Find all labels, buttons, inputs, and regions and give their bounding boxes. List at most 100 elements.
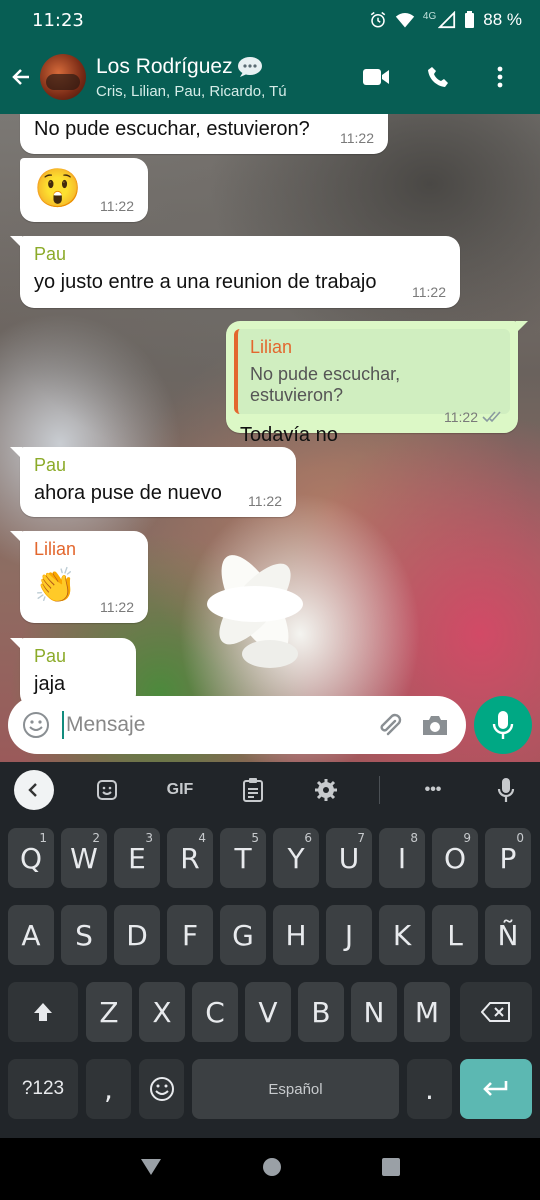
shift-key[interactable] [8,982,78,1042]
key-h[interactable]: H [273,905,319,965]
chat-participants: Cris, Lilian, Pau, Ricardo, Tú [96,82,287,100]
key-p[interactable]: P0 [485,828,531,888]
key-b[interactable]: B [298,982,344,1042]
key-k[interactable]: K [379,905,425,965]
system-nav-bar [0,1138,540,1200]
key-label: U [338,841,360,875]
clipboard-button[interactable] [233,770,273,810]
key-label: P [499,841,517,875]
key-c[interactable]: C [192,982,238,1042]
chat-area[interactable]: No pude escuchar, estuvieron? 11:22 😲 11… [0,114,540,762]
phone-icon [428,67,448,87]
message-text: yo justo entre a una reunion de trabajo [34,271,377,293]
message-bubble[interactable]: No pude escuchar, estuvieron? 11:22 [20,114,388,154]
period-key[interactable]: . [407,1059,452,1119]
message-time: 11:22 [248,493,282,509]
shift-arrow-icon [34,1003,52,1021]
voice-call-button[interactable] [420,59,456,95]
message-time: 11:22 [100,599,134,615]
key-z[interactable]: Z [86,982,132,1042]
attach-button[interactable] [372,708,406,742]
key-r[interactable]: R4 [167,828,213,888]
key-o[interactable]: O9 [432,828,478,888]
message-time: 11:22 [444,409,478,425]
gif-button[interactable]: GIF [160,770,200,810]
network-type: 4G [422,10,437,22]
key-x[interactable]: X [139,982,185,1042]
key-q[interactable]: Q1 [8,828,54,888]
backspace-key[interactable] [460,982,532,1042]
message-text: No pude escuchar, estuvieron? [34,118,310,140]
gear-icon [315,779,337,801]
nav-home-button[interactable] [262,1157,282,1182]
voice-input-button[interactable] [486,770,526,810]
keyboard-row-3: ZXCVBNM [0,982,540,1044]
key-v[interactable]: V [245,982,291,1042]
key-a[interactable]: A [8,905,54,965]
key-label: E [128,841,146,875]
message-text: ahora puse de nuevo [34,482,222,504]
key-hint: 0 [516,831,524,845]
battery-level: 88 % [483,10,522,29]
backspace-icon [481,1002,510,1022]
key-u[interactable]: U7 [326,828,372,888]
message-sender: Pau [34,244,67,264]
quoted-message[interactable]: Lilian No pude escuchar, estuvieron? [234,329,510,414]
video-call-button[interactable] [358,59,394,95]
key-label: W [70,841,98,875]
message-input[interactable]: Mensaje [62,711,360,739]
key-s[interactable]: S [61,905,107,965]
space-key[interactable]: Español [192,1059,399,1119]
more-options-button[interactable] [482,59,518,95]
comma-key[interactable]: , [86,1059,131,1119]
message-bubble[interactable]: Pau ahora puse de nuevo 11:22 [10,447,296,517]
enter-key[interactable] [460,1059,532,1119]
key-label: I [397,841,407,875]
sticker-button[interactable] [87,770,127,810]
chat-title-area[interactable]: Los Rodríguez Cris, Lilian, Pau, Ricardo… [96,55,358,100]
soft-keyboard: GIF ••• Q1W2E3R4T5Y6U7I8O9P0 ASDFGHJKLÑ … [0,762,540,1138]
message-sender: Pau [34,455,67,475]
message-composer[interactable]: Mensaje [8,696,466,754]
key-g[interactable]: G [220,905,266,965]
kebab-menu-icon [497,66,503,88]
message-bubble[interactable]: 😲 11:22 [20,158,148,222]
key-y[interactable]: Y6 [273,828,319,888]
key-l[interactable]: L [432,905,478,965]
key-t[interactable]: T5 [220,828,266,888]
more-tools-button[interactable]: ••• [413,770,453,810]
battery-icon [465,11,475,28]
key-f[interactable]: F [167,905,213,965]
key-e[interactable]: E3 [114,828,160,888]
keyboard-collapse-button[interactable] [14,770,54,810]
key-hint: 9 [463,831,471,845]
key-w[interactable]: W2 [61,828,107,888]
outgoing-message-bubble[interactable]: Lilian No pude escuchar, estuvieron? Tod… [226,321,528,446]
sticker-icon [97,780,117,800]
keyboard-toolbar: GIF ••• [0,762,540,818]
key-hint: 3 [145,831,153,845]
message-bubble[interactable]: Lilian 👏 11:22 [10,531,148,623]
smiley-icon[interactable] [22,711,50,739]
key-n[interactable]: N [351,982,397,1042]
key-d[interactable]: D [114,905,160,965]
chevron-left-icon [28,783,37,797]
message-bubble[interactable]: Pau yo justo entre a una reunion de trab… [10,236,460,308]
quoted-text: No pude escuchar, estuvieron? [250,364,401,405]
settings-button[interactable] [306,770,346,810]
microphone-icon [497,778,515,802]
symbols-key[interactable]: ?123 [8,1059,78,1119]
emoji-key[interactable] [139,1059,184,1119]
back-button[interactable] [2,40,40,114]
message-sender: Pau [34,646,67,666]
camera-button[interactable] [418,708,452,742]
key-m[interactable]: M [404,982,450,1042]
key-ñ[interactable]: Ñ [485,905,531,965]
key-j[interactable]: J [326,905,372,965]
group-avatar[interactable] [40,54,86,100]
nav-back-button[interactable] [139,1157,163,1182]
double-check-icon [482,411,501,423]
nav-recents-button[interactable] [381,1157,401,1182]
voice-message-button[interactable] [474,696,532,754]
key-i[interactable]: I8 [379,828,425,888]
